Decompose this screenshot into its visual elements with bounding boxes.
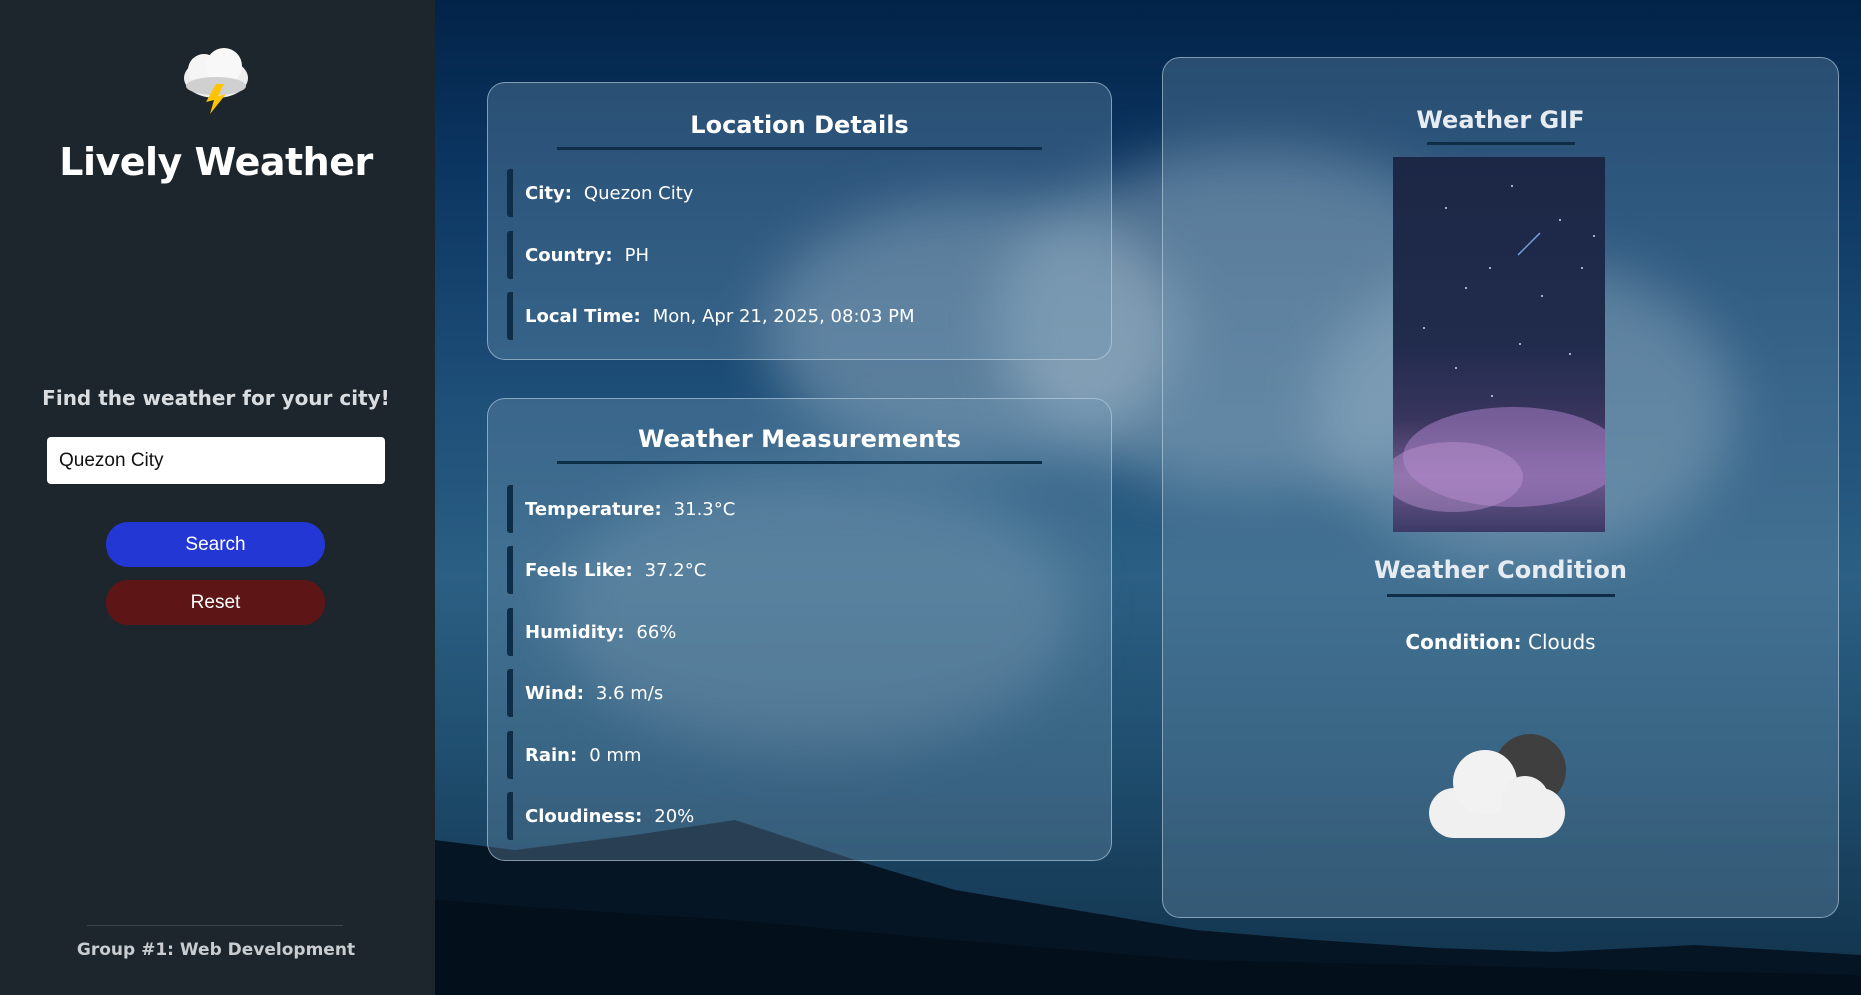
location-details-card: Location Details City: Quezon City Count…: [487, 82, 1112, 360]
weather-gif-title: Weather GIF: [1416, 106, 1585, 134]
location-details-title: Location Details: [690, 111, 909, 139]
feels-like-value: 37.2°C: [644, 559, 707, 581]
reset-button[interactable]: Reset: [106, 580, 325, 625]
country-row: Country: PH: [507, 231, 649, 279]
main-content: Location Details City: Quezon City Count…: [435, 0, 1861, 995]
temperature-value: 31.3°C: [673, 498, 736, 520]
title-underline: [557, 147, 1042, 150]
weather-app: Lively Weather Find the weather for your…: [0, 0, 1861, 995]
humidity-value: 66%: [636, 621, 677, 643]
search-prompt: Find the weather for your city!: [42, 386, 390, 410]
title-underline: [1427, 142, 1575, 145]
thunderstorm-cloud-icon: [184, 48, 248, 114]
sidebar: Lively Weather Find the weather for your…: [0, 0, 435, 995]
weather-measurements-title: Weather Measurements: [637, 425, 962, 453]
app-title: Lively Weather: [59, 140, 373, 184]
wind-label: Wind:: [525, 682, 584, 704]
city-label: City:: [525, 182, 572, 204]
humidity-row: Humidity: 66%: [507, 608, 676, 656]
cloudy-night-icon: [1429, 734, 1566, 838]
country-label: Country:: [525, 244, 613, 266]
wind-value: 3.6 m/s: [595, 682, 664, 704]
weather-condition-title: Weather Condition: [1374, 556, 1627, 584]
temperature-label: Temperature:: [525, 498, 662, 520]
cloudiness-label: Cloudiness:: [525, 805, 643, 827]
weather-measurements-card: Weather Measurements Temperature: 31.3°C…: [487, 398, 1112, 861]
title-underline: [557, 461, 1042, 464]
city-value: Quezon City: [583, 182, 694, 204]
feels-like-row: Feels Like: 37.2°C: [507, 546, 706, 594]
title-underline: [1387, 594, 1615, 597]
rain-label: Rain:: [525, 744, 578, 766]
rain-value: 0 mm: [589, 744, 642, 766]
wind-row: Wind: 3.6 m/s: [507, 669, 663, 717]
condition-text: Condition: Clouds: [1163, 630, 1838, 654]
temperature-row: Temperature: 31.3°C: [507, 485, 735, 533]
city-row: City: Quezon City: [507, 169, 693, 217]
feels-like-label: Feels Like:: [525, 559, 633, 581]
local-time-row: Local Time: Mon, Apr 21, 2025, 08:03 PM: [507, 292, 915, 340]
humidity-label: Humidity:: [525, 621, 625, 643]
local-time-value: Mon, Apr 21, 2025, 08:03 PM: [652, 305, 915, 327]
search-button[interactable]: Search: [106, 522, 325, 567]
local-time-label: Local Time:: [525, 305, 641, 327]
condition-value: Clouds: [1528, 630, 1596, 654]
weather-visual-panel: Weather GIF Weather Condition Condition:…: [1162, 57, 1839, 918]
condition-label: Condition:: [1405, 630, 1522, 654]
footer-divider: [87, 925, 343, 926]
city-search-input[interactable]: [47, 437, 385, 484]
country-value: PH: [624, 244, 650, 266]
cloudiness-row: Cloudiness: 20%: [507, 792, 694, 840]
cloudiness-value: 20%: [654, 805, 695, 827]
footer-text: Group #1: Web Development: [76, 940, 356, 960]
weather-gif: [1393, 157, 1605, 532]
rain-row: Rain: 0 mm: [507, 731, 641, 779]
